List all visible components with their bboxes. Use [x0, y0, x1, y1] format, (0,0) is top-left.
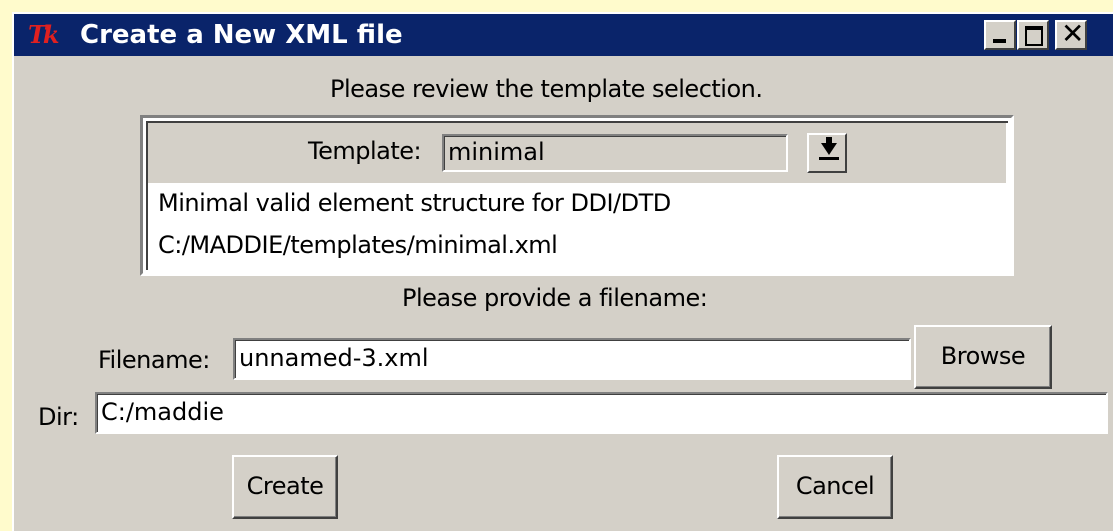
template-selected-value: minimal: [448, 138, 545, 166]
title-bar[interactable]: Tk Create a New XML file ✕: [14, 14, 1113, 56]
template-group: Template: minimal Minimal valid element …: [140, 115, 1014, 276]
filename-prompt: Please provide a filename:: [402, 284, 708, 312]
minimize-icon: [986, 22, 1014, 48]
close-icon: ✕: [1061, 17, 1085, 50]
template-label: Template:: [308, 137, 422, 165]
minimize-button[interactable]: [984, 20, 1016, 50]
filename-input[interactable]: unnamed-3.xml: [233, 338, 911, 380]
dir-label: Dir:: [38, 403, 79, 431]
maximize-button[interactable]: [1017, 20, 1049, 50]
template-row: Template: minimal: [148, 123, 1006, 183]
dir-input[interactable]: C:/maddie: [95, 392, 1108, 434]
template-select[interactable]: minimal: [442, 134, 788, 172]
cancel-button[interactable]: Cancel: [777, 455, 893, 519]
dir-value: C:/maddie: [101, 398, 224, 426]
dialog-window: Tk Create a New XML file ✕ Please review…: [12, 12, 1113, 531]
template-description: Minimal valid element structure for DDI/…: [158, 189, 671, 217]
tk-logo-icon: Tk: [28, 20, 59, 49]
close-button[interactable]: ✕: [1055, 20, 1087, 50]
window-title: Create a New XML file: [80, 20, 403, 50]
browse-button[interactable]: Browse: [914, 325, 1052, 389]
filename-value: unnamed-3.xml: [239, 344, 429, 372]
filename-label: Filename:: [98, 346, 210, 374]
review-prompt: Please review the template selection.: [330, 75, 763, 103]
maximize-icon: [1019, 22, 1047, 48]
template-path: C:/MADDIE/templates/minimal.xml: [158, 231, 558, 259]
template-dropdown-button[interactable]: [807, 133, 847, 173]
create-button[interactable]: Create: [232, 455, 338, 519]
